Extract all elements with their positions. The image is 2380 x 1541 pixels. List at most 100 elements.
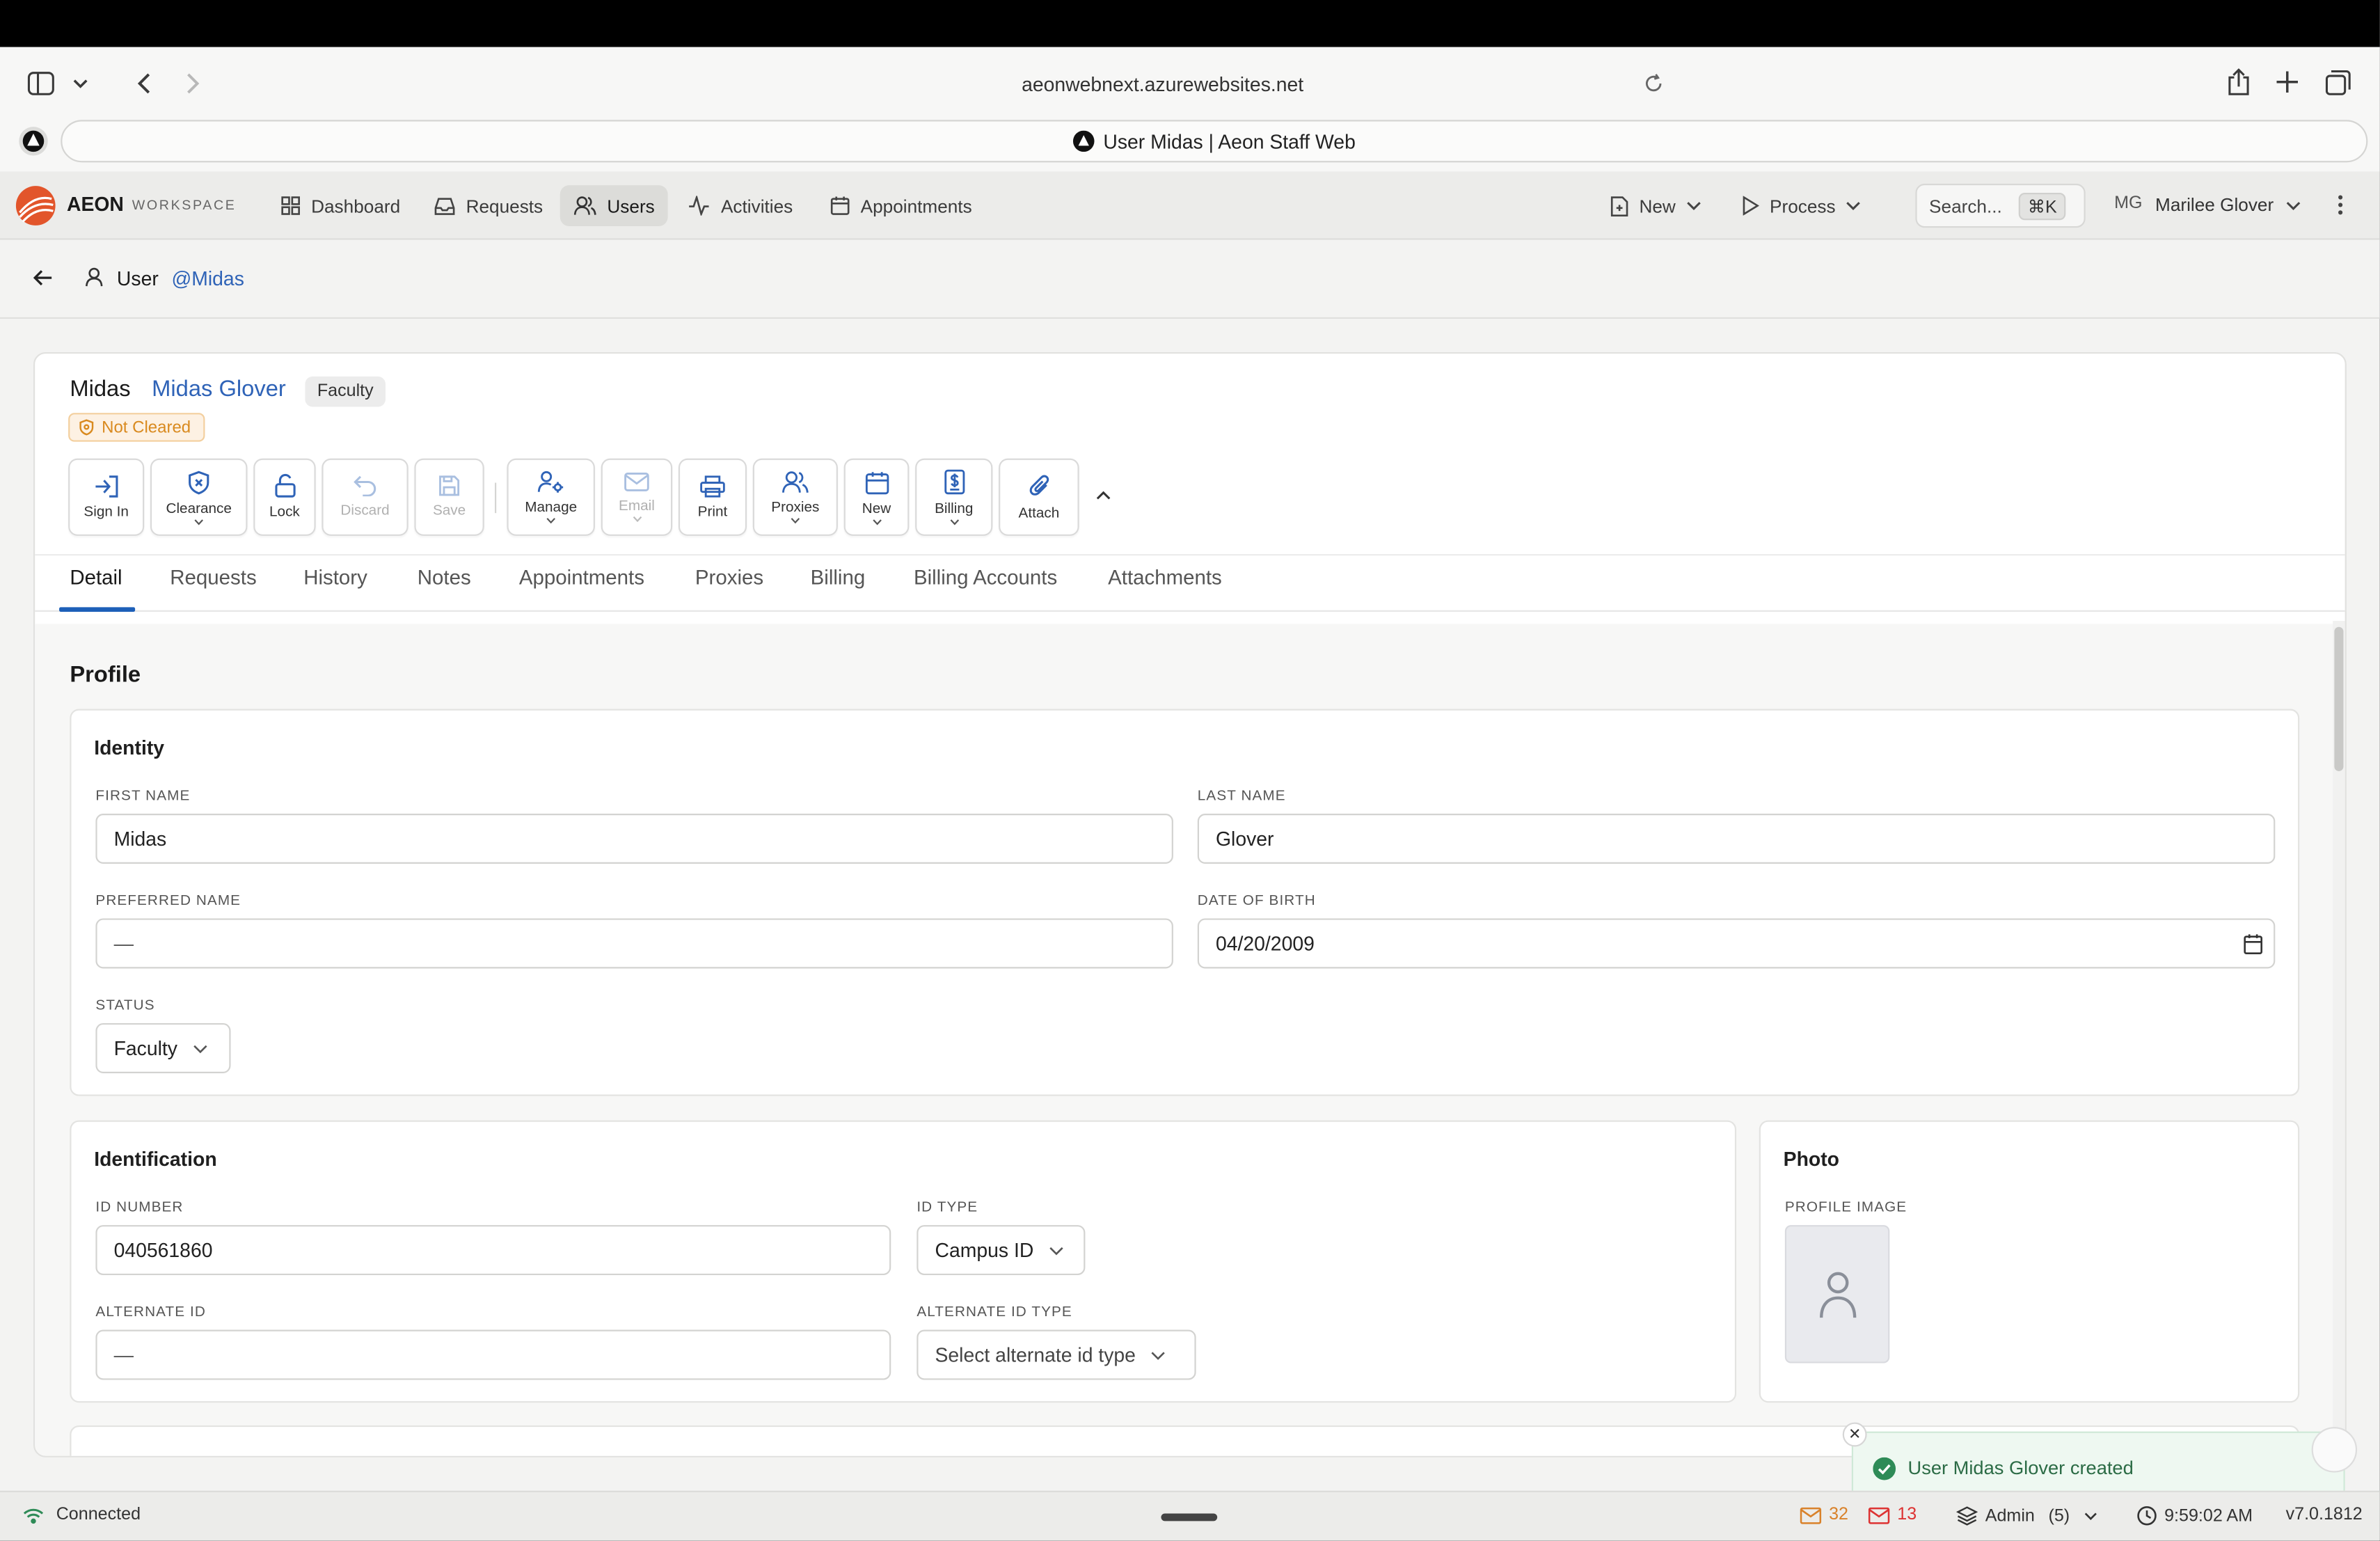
tabs-overview-icon[interactable] (2325, 70, 2351, 95)
nav-activities[interactable]: Activities (674, 185, 806, 226)
calendar-icon (830, 196, 850, 215)
mail-counter-1[interactable]: 32 (1800, 1506, 1848, 1524)
calendar-icon[interactable] (2244, 933, 2263, 955)
shield-x-icon (188, 470, 209, 494)
share-icon[interactable] (2227, 68, 2251, 95)
back-icon[interactable] (136, 72, 152, 96)
save-label: Save (432, 502, 466, 519)
mail-counter-2[interactable]: 13 (1868, 1506, 1917, 1524)
collapse-toolbar-icon[interactable] (1096, 490, 1111, 500)
content-scrollbar-thumb[interactable] (2334, 626, 2344, 771)
active-tab[interactable]: User Midas | Aeon Staff Web (61, 120, 2368, 163)
sign-in-button[interactable]: Sign In (68, 458, 145, 536)
profile-image-label: PROFILE IMAGE (1784, 1199, 1907, 1216)
lock-button[interactable]: Lock (253, 458, 316, 536)
brand-name[interactable]: AEON (67, 193, 124, 216)
record-full-name[interactable]: Midas Glover (152, 377, 286, 402)
billing-button[interactable]: Billing (915, 458, 993, 536)
user-record-card: Midas Midas Glover Faculty Not Cleared S… (33, 351, 2347, 1457)
id-number-label: ID NUMBER (95, 1199, 184, 1216)
user-avatar[interactable]: MG (2114, 194, 2142, 212)
new-label: New (862, 500, 891, 517)
new-menu-button[interactable]: New (1596, 185, 1715, 226)
more-vertical-icon[interactable] (2338, 194, 2344, 216)
manage-button[interactable]: Manage (507, 458, 595, 536)
preferred-name-field[interactable]: — (95, 918, 1173, 969)
help-fab[interactable] (2311, 1427, 2358, 1473)
version-label: v7.0.1812 (2285, 1506, 2363, 1524)
status-select[interactable]: Faculty (95, 1022, 231, 1073)
nav-requests[interactable]: Requests (420, 185, 557, 226)
role-selector[interactable]: Admin (5) (1956, 1506, 2097, 1526)
file-plus-icon (1610, 195, 1628, 216)
record-username: Midas (70, 376, 131, 402)
proxies-button[interactable]: Proxies (752, 458, 838, 536)
nav-appointments[interactable]: Appointments (816, 185, 985, 226)
save-button[interactable]: Save (414, 458, 484, 536)
user-icon (85, 267, 103, 287)
tab-title: User Midas | Aeon Staff Web (1103, 129, 1356, 153)
email-button[interactable]: Email (601, 458, 673, 536)
tab-requests[interactable]: Requests (170, 567, 256, 590)
discard-label: Discard (340, 502, 390, 519)
manage-label: Manage (525, 499, 578, 516)
address-bar[interactable]: aeonwebnext.azurewebsites.net (646, 62, 1679, 105)
mail-icon (624, 472, 649, 491)
nav-users-label: Users (607, 195, 655, 216)
connection-label: Connected (56, 1506, 141, 1524)
billing-label: Billing (935, 500, 974, 518)
tab-appointments[interactable]: Appointments (519, 567, 644, 590)
global-search-input[interactable]: Search... ⌘K (1915, 183, 2086, 228)
reload-icon[interactable] (1644, 73, 1663, 95)
first-name-field[interactable]: Midas (95, 814, 1173, 864)
breadcrumb-handle[interactable]: @Midas (171, 267, 244, 290)
sidebar-toggle-icon[interactable] (27, 72, 54, 96)
user-menu-chevron-icon[interactable] (2286, 200, 2301, 211)
user-name[interactable]: Marilee Glover (2155, 194, 2274, 216)
clearance-button[interactable]: Clearance (150, 458, 248, 536)
breadcrumb: User @Midas (0, 239, 2380, 319)
id-type-select[interactable]: Campus ID (917, 1225, 1086, 1276)
process-menu-button[interactable]: Process (1729, 185, 1875, 226)
nav-appointments-label: Appointments (860, 195, 972, 216)
preferred-name-value: — (113, 932, 134, 955)
alt-id-type-select[interactable]: Select alternate id type (917, 1329, 1196, 1380)
dob-field[interactable]: 04/20/2009 (1197, 918, 2276, 969)
tab-billing-accounts[interactable]: Billing Accounts (914, 567, 1057, 590)
tab-proxies[interactable]: Proxies (695, 567, 763, 590)
email-label: Email (618, 498, 655, 515)
aeon-logo-icon[interactable] (15, 185, 56, 226)
chevron-down-icon (1151, 1350, 1166, 1359)
tab-attachments[interactable]: Attachments (1108, 567, 1222, 590)
identification-title: Identification (94, 1147, 217, 1171)
tab-notes[interactable]: Notes (418, 567, 471, 590)
alt-id-field[interactable]: — (95, 1329, 891, 1380)
mail-alert-icon (1868, 1506, 1890, 1524)
photo-panel: Photo PROFILE IMAGE (1759, 1120, 2300, 1403)
id-number-field[interactable]: 040561860 (95, 1225, 891, 1276)
profile-image-placeholder[interactable] (1784, 1225, 1890, 1364)
tab-detail[interactable]: Detail (70, 567, 122, 590)
attach-button[interactable]: Attach (999, 458, 1079, 536)
breadcrumb-label: User (116, 267, 159, 290)
last-name-field[interactable]: Glover (1197, 814, 2276, 864)
status-badge-label: Not Cleared (102, 418, 191, 437)
toast-close-icon[interactable]: ✕ (1842, 1422, 1867, 1447)
home-indicator (1161, 1513, 1218, 1522)
forward-icon[interactable] (185, 72, 200, 96)
check-circle-icon (1873, 1456, 1896, 1480)
new-tab-icon[interactable] (2276, 71, 2299, 93)
new-button[interactable]: New (843, 458, 910, 536)
wifi-icon (23, 1507, 45, 1524)
sign-in-label: Sign In (84, 503, 129, 520)
print-button[interactable]: Print (678, 458, 747, 536)
url-text: aeonwebnext.azurewebsites.net (1022, 72, 1304, 95)
nav-dashboard[interactable]: Dashboard (267, 185, 414, 226)
back-arrow-icon[interactable] (33, 269, 53, 287)
tab-billing[interactable]: Billing (811, 567, 866, 590)
discard-button[interactable]: Discard (322, 458, 408, 536)
tab-history[interactable]: History (303, 567, 367, 590)
grid-icon (280, 196, 300, 215)
nav-users[interactable]: Users (560, 185, 669, 226)
chevron-down-icon[interactable] (73, 77, 88, 89)
